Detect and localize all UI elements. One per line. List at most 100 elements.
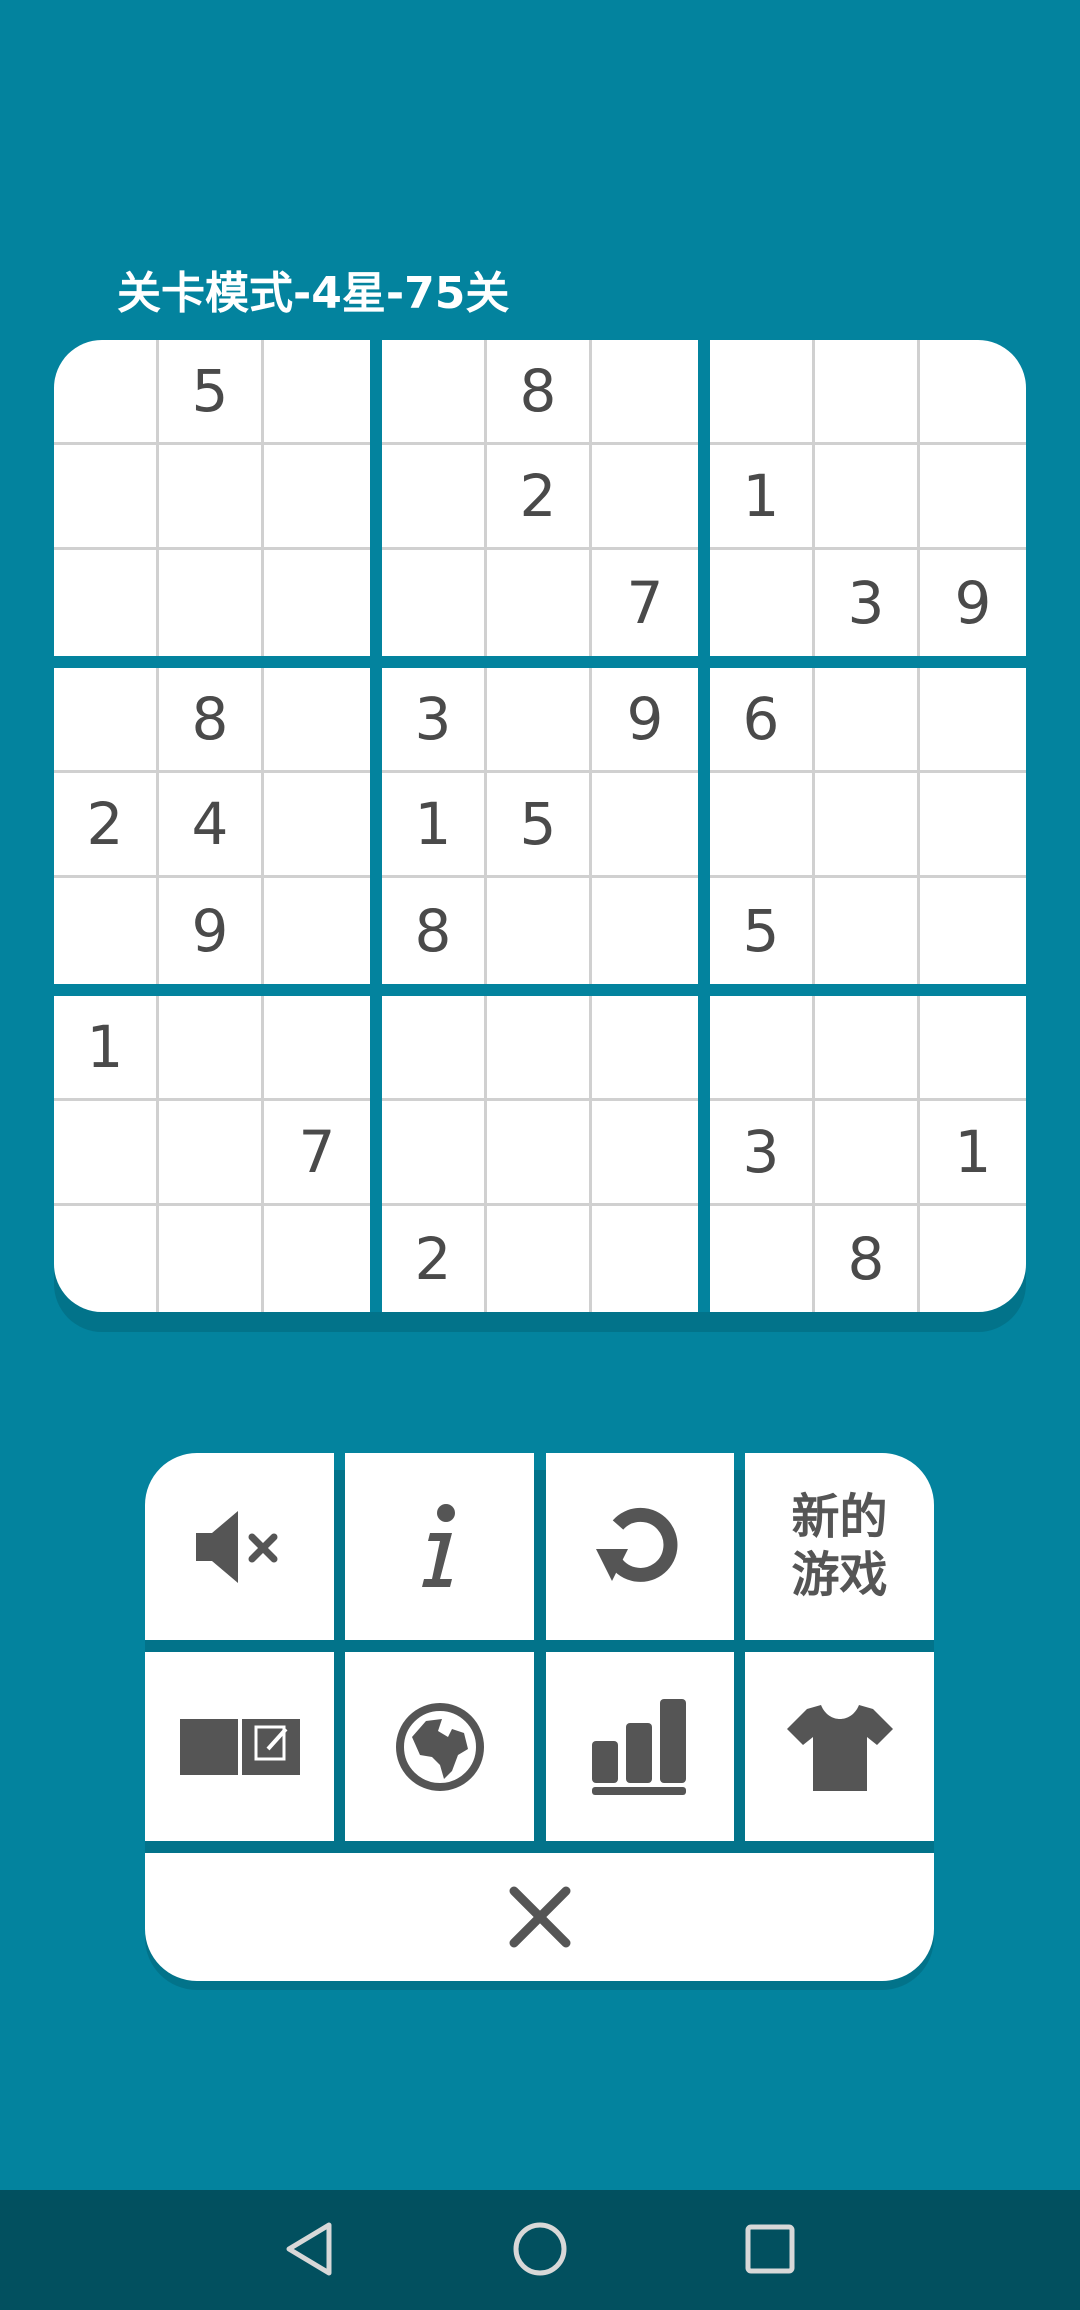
sudoku-cell-r3c5[interactable] xyxy=(487,550,592,656)
sudoku-cell-r9c8[interactable]: 8 xyxy=(815,1206,920,1312)
statistics-button[interactable] xyxy=(546,1652,734,1841)
sudoku-cell-r3c4[interactable] xyxy=(382,550,487,656)
sudoku-cell-r8c7[interactable]: 3 xyxy=(710,1101,815,1206)
sudoku-cell-r3c3[interactable] xyxy=(264,550,370,656)
sudoku-cell-r3c2[interactable] xyxy=(159,550,264,656)
sudoku-cell-r1c5[interactable]: 8 xyxy=(487,340,592,445)
sudoku-cell-r4c5[interactable] xyxy=(487,668,592,773)
sudoku-cell-r8c4[interactable] xyxy=(382,1101,487,1206)
sudoku-cell-r4c7[interactable]: 6 xyxy=(710,668,815,773)
sudoku-cell-r6c1[interactable] xyxy=(54,878,159,984)
restart-button[interactable] xyxy=(546,1453,734,1640)
sudoku-cell-r7c5[interactable] xyxy=(487,996,592,1101)
sudoku-cell-r6c2[interactable]: 9 xyxy=(159,878,264,984)
sudoku-cell-r6c6[interactable] xyxy=(592,878,698,984)
sudoku-cell-r4c6[interactable]: 9 xyxy=(592,668,698,773)
sudoku-cell-r2c8[interactable] xyxy=(815,445,920,550)
sudoku-cell-r7c2[interactable] xyxy=(159,996,264,1101)
sudoku-cell-r4c2[interactable]: 8 xyxy=(159,668,264,773)
sudoku-cell-r4c4[interactable]: 3 xyxy=(382,668,487,773)
mute-button[interactable] xyxy=(145,1453,334,1640)
sudoku-cell-r7c8[interactable] xyxy=(815,996,920,1101)
globe-icon xyxy=(392,1699,488,1795)
sudoku-cell-r2c9[interactable] xyxy=(920,445,1026,550)
sudoku-cell-r1c6[interactable] xyxy=(592,340,698,445)
sudoku-cell-r1c2[interactable]: 5 xyxy=(159,340,264,445)
sudoku-cell-r2c3[interactable] xyxy=(264,445,370,550)
back-triangle-icon xyxy=(281,2219,337,2283)
sudoku-cell-r4c8[interactable] xyxy=(815,668,920,773)
sudoku-cell-r2c7[interactable]: 1 xyxy=(710,445,815,550)
sudoku-cell-r4c1[interactable] xyxy=(54,668,159,773)
sudoku-cell-r9c4[interactable]: 2 xyxy=(382,1206,487,1312)
sudoku-cell-r2c4[interactable] xyxy=(382,445,487,550)
new-game-label: 新的游戏 xyxy=(791,1488,888,1603)
sudoku-cell-r2c6[interactable] xyxy=(592,445,698,550)
sudoku-cell-r1c7[interactable] xyxy=(710,340,815,445)
language-button[interactable] xyxy=(345,1652,534,1841)
nav-recents-button[interactable] xyxy=(735,2216,805,2286)
sudoku-cell-r1c8[interactable] xyxy=(815,340,920,445)
sudoku-cell-r7c1[interactable]: 1 xyxy=(54,996,159,1101)
sudoku-cell-r1c3[interactable] xyxy=(264,340,370,445)
sudoku-cell-r1c1[interactable] xyxy=(54,340,159,445)
sudoku-cell-r6c8[interactable] xyxy=(815,878,920,984)
sudoku-cell-r9c9[interactable] xyxy=(920,1206,1026,1312)
sudoku-cell-r7c9[interactable] xyxy=(920,996,1026,1101)
sudoku-cell-r5c2[interactable]: 4 xyxy=(159,773,264,878)
sudoku-cell-r9c7[interactable] xyxy=(710,1206,815,1312)
sudoku-cell-r3c1[interactable] xyxy=(54,550,159,656)
restart-icon xyxy=(590,1497,690,1597)
sudoku-cell-r3c9[interactable]: 9 xyxy=(920,550,1026,656)
nav-home-button[interactable] xyxy=(505,2216,575,2286)
sudoku-cell-r2c1[interactable] xyxy=(54,445,159,550)
sudoku-cell-r6c3[interactable] xyxy=(264,878,370,984)
info-button[interactable] xyxy=(345,1453,534,1640)
sudoku-cell-r7c4[interactable] xyxy=(382,996,487,1101)
sudoku-cell-r2c5[interactable]: 2 xyxy=(487,445,592,550)
sudoku-cell-r5c1[interactable]: 2 xyxy=(54,773,159,878)
sudoku-cell-r7c6[interactable] xyxy=(592,996,698,1101)
sudoku-cell-r6c9[interactable] xyxy=(920,878,1026,984)
notes-toggle-icon xyxy=(178,1717,302,1777)
sudoku-cell-r9c1[interactable] xyxy=(54,1206,159,1312)
sudoku-cell-r5c5[interactable]: 5 xyxy=(487,773,592,878)
nav-back-button[interactable] xyxy=(274,2216,344,2286)
sudoku-cell-r5c4[interactable]: 1 xyxy=(382,773,487,878)
sudoku-cell-r5c9[interactable] xyxy=(920,773,1026,878)
sudoku-cell-r8c2[interactable] xyxy=(159,1101,264,1206)
sudoku-cell-r5c8[interactable] xyxy=(815,773,920,878)
sudoku-cell-r8c6[interactable] xyxy=(592,1101,698,1206)
new-game-button[interactable]: 新的游戏 xyxy=(745,1453,934,1640)
sudoku-cell-r5c3[interactable] xyxy=(264,773,370,878)
sudoku-cell-r5c6[interactable] xyxy=(592,773,698,878)
sudoku-cell-r2c2[interactable] xyxy=(159,445,264,550)
sudoku-cell-r8c5[interactable] xyxy=(487,1101,592,1206)
sudoku-cell-r6c4[interactable]: 8 xyxy=(382,878,487,984)
sudoku-cell-r3c8[interactable]: 3 xyxy=(815,550,920,656)
sudoku-cell-r9c2[interactable] xyxy=(159,1206,264,1312)
close-menu-button[interactable] xyxy=(145,1853,934,1981)
sudoku-cell-r1c9[interactable] xyxy=(920,340,1026,445)
sudoku-cell-r7c3[interactable] xyxy=(264,996,370,1101)
sudoku-cell-r4c9[interactable] xyxy=(920,668,1026,773)
sudoku-cell-r6c5[interactable] xyxy=(487,878,592,984)
sudoku-cell-r6c7[interactable]: 5 xyxy=(710,878,815,984)
sudoku-cell-r8c1[interactable] xyxy=(54,1101,159,1206)
sudoku-cell-r9c5[interactable] xyxy=(487,1206,592,1312)
sudoku-cell-r8c9[interactable]: 1 xyxy=(920,1101,1026,1206)
sudoku-cell-r5c7[interactable] xyxy=(710,773,815,878)
sudoku-cell-r7c7[interactable] xyxy=(710,996,815,1101)
sudoku-cell-r1c4[interactable] xyxy=(382,340,487,445)
notes-toggle-button[interactable] xyxy=(145,1652,334,1841)
sudoku-cell-r3c6[interactable]: 7 xyxy=(592,550,698,656)
sudoku-cell-r9c6[interactable] xyxy=(592,1206,698,1312)
sudoku-cell-r8c8[interactable] xyxy=(815,1101,920,1206)
theme-button[interactable] xyxy=(745,1652,934,1841)
recents-square-icon xyxy=(742,2221,798,2281)
sudoku-cell-r9c3[interactable] xyxy=(264,1206,370,1312)
sudoku-cell-r3c7[interactable] xyxy=(710,550,815,656)
sudoku-cell-r4c3[interactable] xyxy=(264,668,370,773)
sudoku-cell-r8c3[interactable]: 7 xyxy=(264,1101,370,1206)
info-icon xyxy=(400,1497,480,1597)
